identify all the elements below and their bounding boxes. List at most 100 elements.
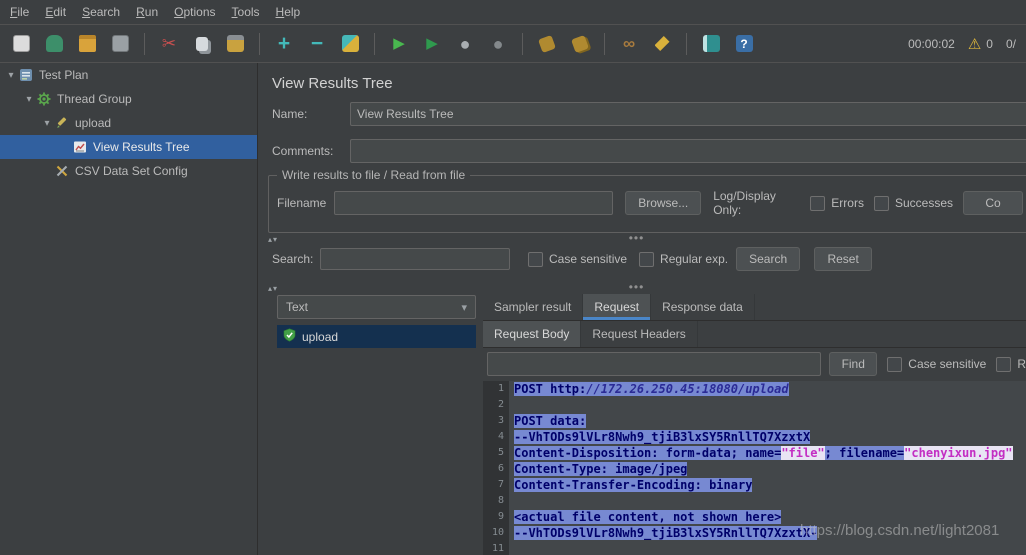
line-number: 4 (497, 431, 504, 442)
copy-icon (196, 36, 208, 51)
tree-node-test-plan[interactable]: Test Plan (0, 63, 257, 87)
search-regular-exp-checkbox[interactable]: Regular exp. (639, 251, 729, 267)
code-line: 4 --VhTODs9lVLr8Nwh9_tjiB3lxSY5RnllTQ7Xzx… (483, 429, 1026, 445)
function-helper-button[interactable] (698, 31, 724, 57)
line-number: 5 (497, 447, 504, 458)
search-case-sensitive-checkbox[interactable]: Case sensitive (528, 251, 628, 267)
configure-button[interactable]: Co (963, 191, 1023, 215)
line-number: 11 (491, 543, 504, 554)
menu-help[interactable]: Help (268, 1, 309, 23)
search-button[interactable]: ∞ (616, 31, 642, 57)
tab-request[interactable]: Request (583, 294, 652, 320)
shutdown-button[interactable]: ● (485, 31, 511, 57)
menu-edit[interactable]: Edit (37, 1, 74, 23)
comments-input[interactable] (350, 139, 1026, 163)
zoom-out-button[interactable]: − (304, 31, 330, 57)
view-mode-select[interactable]: Text (277, 295, 476, 319)
subtab-request-body[interactable]: Request Body (483, 321, 582, 347)
start-no-pauses-button[interactable]: ▶ (419, 31, 445, 57)
tab-sampler-result[interactable]: Sampler result (483, 294, 584, 320)
search-reset-button[interactable] (649, 31, 675, 57)
help-button[interactable]: ? (731, 31, 757, 57)
splitter-collapse-icon[interactable] (268, 231, 278, 245)
tree-node-csv-data-set-config[interactable]: CSV Data Set Config (0, 159, 257, 183)
find-button[interactable]: Find (829, 352, 878, 376)
tree-node-upload[interactable]: upload (0, 111, 257, 135)
horizontal-splitter-top[interactable] (262, 232, 1026, 244)
cut-button[interactable]: ✂ (156, 31, 182, 57)
new-file-button[interactable] (8, 31, 34, 57)
clear-all-button[interactable] (567, 31, 593, 57)
checkbox-icon (996, 356, 1012, 372)
line-number: 9 (497, 511, 504, 522)
quill-icon (341, 35, 359, 52)
function-helper-icon (702, 35, 720, 52)
expand-arrow-icon[interactable] (4, 70, 18, 81)
menu-tools[interactable]: Tools (224, 1, 268, 23)
expand-arrow-icon[interactable] (40, 118, 54, 129)
toolbar-separator (144, 32, 145, 55)
tree-node-label: upload (75, 116, 112, 130)
filename-input[interactable] (334, 191, 614, 215)
open-file-icon (78, 35, 96, 52)
comments-row: Comments: (272, 138, 1026, 164)
code-line: 6 Content-Type: image/jpeg (483, 461, 1026, 477)
menu-options[interactable]: Options (166, 1, 223, 23)
code-segment: Content-Type: image/jpeg (514, 462, 688, 476)
case-sensitive-label: Case sensitive (549, 252, 628, 266)
log-errors-indicator[interactable]: 0 (968, 35, 993, 53)
success-shield-icon (283, 328, 296, 345)
clear-button[interactable] (534, 31, 560, 57)
results-splitter[interactable] (476, 294, 483, 555)
code-text: POST data: (509, 413, 587, 429)
reset-button[interactable]: Reset (814, 247, 873, 271)
tree-node-thread-group[interactable]: Thread Group (0, 87, 257, 111)
code-line: 5 Content-Disposition: form-data; name="f… (483, 445, 1026, 461)
templates-button[interactable] (41, 31, 67, 57)
browse-button[interactable]: Browse... (625, 191, 702, 215)
search-input[interactable] (320, 248, 510, 270)
copy-button[interactable] (189, 31, 215, 57)
errors-checkbox[interactable]: Errors (810, 195, 864, 211)
find-case-sensitive-checkbox[interactable]: Case sensitive (887, 356, 986, 372)
line-number: 10 (491, 527, 504, 538)
regular-exp-label: Regular exp. (660, 252, 729, 266)
zoom-in-button[interactable]: + (271, 31, 297, 57)
result-item-upload[interactable]: upload (277, 325, 476, 348)
stop-button[interactable]: ● (452, 31, 478, 57)
name-row: Name: (272, 101, 1026, 127)
save-button[interactable] (107, 31, 133, 57)
log-display-label: Log/Display Only: (713, 189, 776, 217)
subtab-request-headers[interactable]: Request Headers (581, 321, 698, 347)
search-button[interactable]: Search (736, 247, 801, 271)
watermark: https://blog.csdn.net/light2081 (800, 522, 1000, 539)
tree-node-view-results-tree[interactable]: View Results Tree (0, 135, 257, 159)
code-text: --VhTODs9lVLr8Nwh9_tjiB3lxSY5RnllTQ7Xzxt… (509, 525, 818, 541)
paste-button[interactable] (222, 31, 248, 57)
find-input[interactable] (487, 352, 822, 376)
open-file-button[interactable] (74, 31, 100, 57)
menu-file[interactable]: File (2, 1, 37, 23)
line-number: 7 (497, 479, 504, 490)
line-number: 8 (497, 495, 504, 506)
code-segment: Content-Disposition: form-data; name= (514, 446, 782, 460)
name-input[interactable] (350, 102, 1026, 126)
write-results-legend: Write results to file / Read from file (277, 168, 471, 182)
code-text: POST http://172.26.250.45:18080/upload (509, 381, 789, 397)
search-icon: ∞ (622, 34, 636, 53)
splitter-collapse-icon[interactable] (268, 280, 278, 294)
menu-search[interactable]: Search (74, 1, 128, 23)
find-regular-exp-checkbox[interactable]: R (996, 356, 1026, 372)
menu-run[interactable]: Run (128, 1, 166, 23)
quill-button[interactable] (337, 31, 363, 57)
code-text: Content-Transfer-Encoding: binary (509, 477, 753, 493)
start-no-pauses-icon: ▶ (426, 35, 438, 52)
expand-arrow-icon[interactable] (22, 94, 36, 105)
code-segment: --VhTODs9lVLr8Nwh9_tjiB3lxSY5RnllTQ7Xzxt… (514, 430, 811, 444)
start-button[interactable]: ▶ (386, 31, 412, 57)
horizontal-splitter-bottom[interactable] (262, 281, 1026, 293)
successes-checkbox[interactable]: Successes (873, 195, 953, 211)
code-segment: "chenyixun.jpg" (904, 446, 1013, 460)
tab-response-data[interactable]: Response data (651, 294, 755, 320)
line-number: 1 (497, 383, 504, 394)
